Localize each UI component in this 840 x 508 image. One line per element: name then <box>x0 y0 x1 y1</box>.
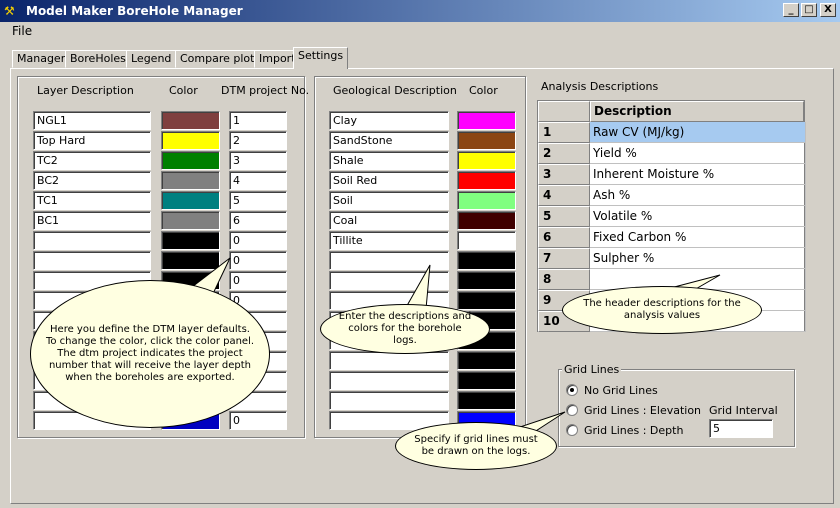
dtm-callout-text: Here you define the DTM layer defaults. … <box>45 324 255 383</box>
dtm-callout: Here you define the DTM layer defaults. … <box>30 280 270 428</box>
analysis-callout-text: The header descriptions for the analysis… <box>583 298 741 321</box>
analysis-callout: The header descriptions for the analysis… <box>562 286 762 334</box>
gridlines-callout: Specify if grid lines must be drawn on t… <box>395 422 557 470</box>
gridlines-callout-text: Specify if grid lines must be drawn on t… <box>414 434 538 457</box>
geology-callout: Enter the descriptions and colors for th… <box>320 304 490 354</box>
geology-callout-text: Enter the descriptions and colors for th… <box>338 311 472 346</box>
